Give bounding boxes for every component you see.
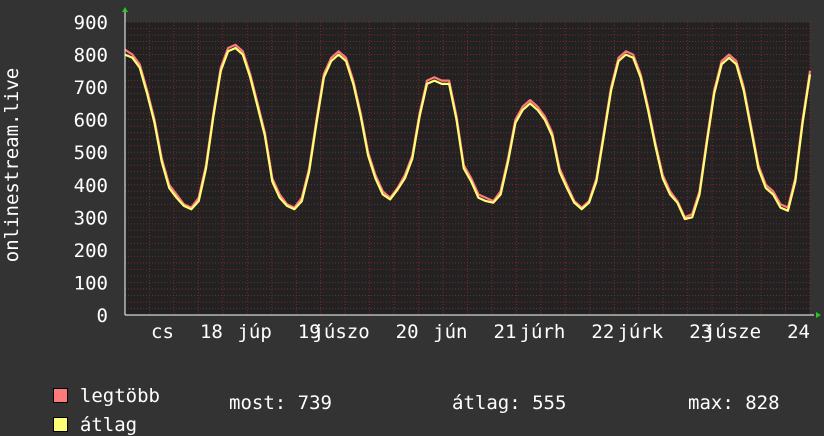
x-tick-label: cs xyxy=(151,321,174,343)
y-tick-label: 500 xyxy=(74,142,108,164)
x-tick-label: 20 xyxy=(396,321,419,343)
y-tick-label: 900 xyxy=(74,12,108,34)
legend-item-atlag: átlag xyxy=(30,392,137,436)
y-tick-label: 400 xyxy=(74,175,108,197)
y-axis-ticks: 0 100 200 300 400 500 600 700 800 900 xyxy=(74,12,108,327)
y-tick-label: 100 xyxy=(74,272,108,294)
y-axis-arrow xyxy=(122,7,128,12)
x-tick-label: 24 xyxy=(787,321,810,343)
y-tick-label: 0 xyxy=(97,305,108,327)
legend-label-atlag: átlag xyxy=(79,414,138,436)
x-tick-label: jún xyxy=(433,321,467,343)
x-tick-label: 21 xyxy=(494,321,517,343)
stat-atlag: átlag: 555 xyxy=(452,392,567,414)
x-tick-label: júszo xyxy=(312,321,369,343)
y-tick-label: 600 xyxy=(74,110,108,132)
y-tick-label: 300 xyxy=(74,207,108,229)
stat-most: most: 739 xyxy=(229,392,332,414)
x-axis-ticks: cs 18 júp 19júszo 20 jún 21 júrh 22 júrk 23júsze 24 xyxy=(151,321,810,343)
x-axis-arrow xyxy=(816,312,821,318)
x-tick-label: júp xyxy=(237,321,271,343)
y-tick-label: 800 xyxy=(74,45,108,67)
y-tick-label: 200 xyxy=(74,240,108,262)
stat-max: max: 828 xyxy=(688,392,780,414)
x-tick-label: júrh xyxy=(520,321,566,343)
x-tick-label: 18 xyxy=(200,321,223,343)
y-axis-label: onlinestream.live xyxy=(1,68,23,262)
x-tick-label: júrk xyxy=(617,321,663,343)
y-tick-label: 700 xyxy=(74,77,108,99)
x-tick-label: júsze xyxy=(704,321,761,343)
x-tick-label: 22 xyxy=(591,321,614,343)
